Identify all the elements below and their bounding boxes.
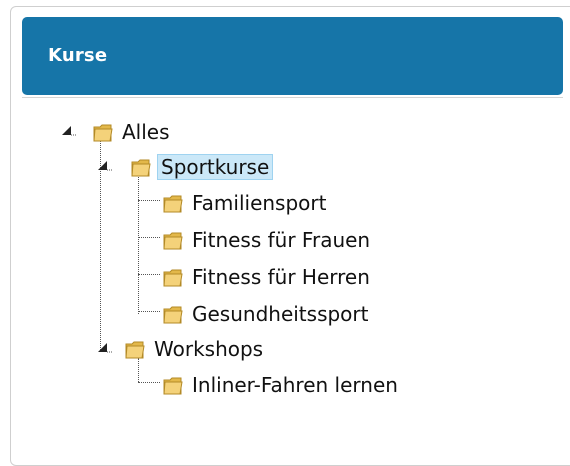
triangle-expanded-icon[interactable] xyxy=(94,157,112,175)
tree-node-gesundheitssport[interactable]: Gesundheitssport xyxy=(162,300,371,328)
tree-connector xyxy=(138,237,160,238)
tree-connector xyxy=(138,200,160,201)
tree-node-alles[interactable]: Alles xyxy=(58,118,173,146)
tree-node-workshops[interactable]: Workshops xyxy=(94,335,266,363)
folder-icon xyxy=(93,124,113,142)
tree-node-fitness-frauen[interactable]: Fitness für Frauen xyxy=(162,226,373,254)
tree-node-label: Sportkurse xyxy=(157,154,274,180)
folder-icon xyxy=(163,195,183,213)
tree-node-sportkurse[interactable]: Sportkurse xyxy=(94,153,274,181)
folder-icon xyxy=(131,159,151,177)
tree-node-label: Workshops xyxy=(154,337,264,361)
tree-node-inliner-fahren[interactable]: Inliner-Fahren lernen xyxy=(162,371,401,399)
tree-node-label: Inliner-Fahren lernen xyxy=(192,373,398,397)
tree-connector xyxy=(138,311,160,312)
folder-icon xyxy=(163,232,183,250)
tree-node-label: Familiensport xyxy=(192,191,327,215)
tree-node-label: Fitness für Frauen xyxy=(192,228,371,252)
course-tree: Alles Sportkurse Familiensport Fitness f… xyxy=(0,0,570,443)
tree-node-label: Fitness für Herren xyxy=(192,265,370,289)
tree-node-label: Alles xyxy=(122,120,170,144)
folder-icon xyxy=(163,377,183,395)
triangle-expanded-icon[interactable] xyxy=(58,122,76,140)
folder-icon xyxy=(163,306,183,324)
folder-icon xyxy=(125,341,145,359)
tree-node-label: Gesundheitssport xyxy=(192,302,369,326)
tree-connector xyxy=(138,382,160,383)
tree-node-fitness-herren[interactable]: Fitness für Herren xyxy=(162,263,373,291)
tree-connector xyxy=(138,168,139,314)
triangle-expanded-icon[interactable] xyxy=(94,339,112,357)
folder-icon xyxy=(163,269,183,287)
tree-node-familiensport[interactable]: Familiensport xyxy=(162,189,329,217)
tree-connector xyxy=(138,274,160,275)
